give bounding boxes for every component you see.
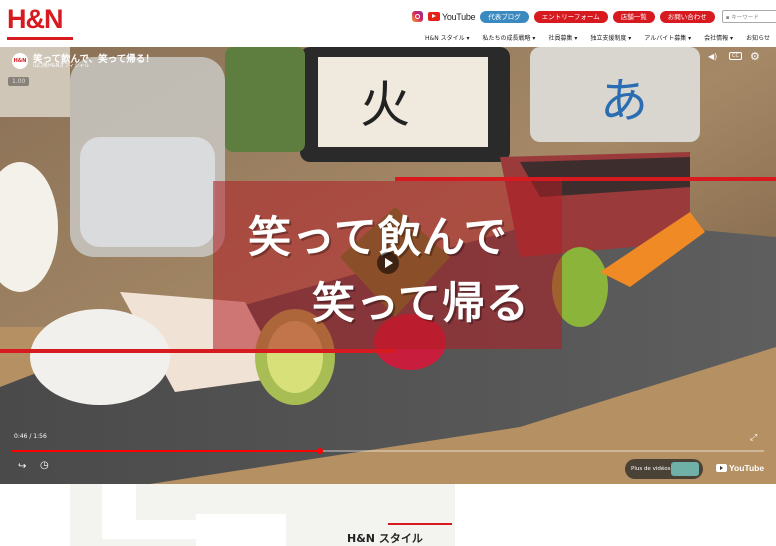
youtube-watermark-label: YouTube (729, 463, 765, 473)
nav-item-parttime[interactable]: アルバイト募集 ▾ (644, 33, 691, 42)
youtube-link[interactable]: YouTube (428, 11, 476, 22)
progress-bar[interactable] (12, 448, 764, 454)
volume-icon[interactable]: ◀) (708, 52, 717, 61)
nav-item-growth-strategy[interactable]: 私たちの成長戦略 ▾ (483, 33, 536, 42)
logo-text: H&N (7, 4, 63, 34)
time-display: 0:46 / 1:56 (14, 433, 47, 440)
more-videos-button[interactable]: Plus de vidéos (625, 459, 703, 479)
search-input[interactable]: ▪ キーワード (723, 13, 759, 21)
nav-item-style[interactable]: H&N スタイル ▾ (425, 33, 470, 42)
settings-icon[interactable]: ⚙ (750, 50, 760, 63)
svg-text:火: 火 (360, 76, 410, 134)
share-icon[interactable]: ↪ (18, 461, 26, 472)
fullscreen-icon[interactable]: ⤢ (750, 433, 757, 443)
store-list-button[interactable]: 店舗一覧 (612, 10, 655, 23)
youtube-watermark[interactable]: YouTube (716, 463, 764, 473)
ceo-blog-button[interactable]: 代表ブログ (480, 10, 529, 23)
logo-underline (7, 37, 73, 40)
nav-item-independence[interactable]: 独立支援制度 ▾ (590, 33, 631, 42)
entry-form-button[interactable]: エントリーフォーム (533, 10, 608, 23)
svg-text:あ: あ (600, 73, 648, 129)
nav-item-recruit[interactable]: 社員募集 ▾ (548, 33, 577, 42)
youtube-logo-icon (716, 464, 727, 472)
overlay-text-2: 笑って帰る (312, 279, 530, 329)
progress-fill (12, 450, 321, 452)
youtube-icon (428, 12, 440, 21)
more-videos-thumbnail (671, 462, 699, 476)
play-icon[interactable] (377, 252, 399, 274)
site-logo[interactable]: H&N (7, 4, 73, 40)
header-top-row: YouTube 代表ブログ エントリーフォーム 店舗一覧 お問い合わせ ▪ キー… (412, 10, 776, 23)
contact-button[interactable]: お問い合わせ (659, 10, 715, 23)
search-placeholder: キーワード (731, 14, 759, 21)
speed-badge: 1.00 (8, 77, 30, 86)
overlay-text-1: 笑って飲んで (248, 213, 508, 263)
nav-item-company[interactable]: 会社情報 ▾ (704, 33, 733, 42)
search-box[interactable]: ▪ キーワード ⚲ (721, 10, 776, 23)
nav-item-news[interactable]: お知らせ (746, 33, 770, 42)
main-nav: H&N スタイル ▾ 私たちの成長戦略 ▾ 社員募集 ▾ 独立支援制度 ▾ アル… (425, 33, 770, 42)
section-title-line (388, 523, 452, 525)
more-videos-label: Plus de vidéos (631, 466, 671, 472)
site-header: H&N YouTube 代表ブログ エントリーフォーム 店舗一覧 お問い合わせ … (0, 0, 776, 47)
instagram-icon[interactable] (412, 11, 423, 22)
captions-icon[interactable]: CC (729, 52, 742, 60)
section-title: H&N スタイル (347, 532, 423, 545)
channel-name[interactable]: 山口県H&Nオフィシャル (33, 62, 89, 69)
video-player[interactable]: 火 あ 笑って飲んで 笑って帰る H&N 笑って飲んで、笑って帰る！ 山口県H&… (0, 47, 776, 484)
watch-later-icon[interactable]: ◷ (40, 460, 49, 471)
channel-avatar[interactable]: H&N (12, 53, 28, 69)
youtube-label: YouTube (442, 11, 476, 22)
